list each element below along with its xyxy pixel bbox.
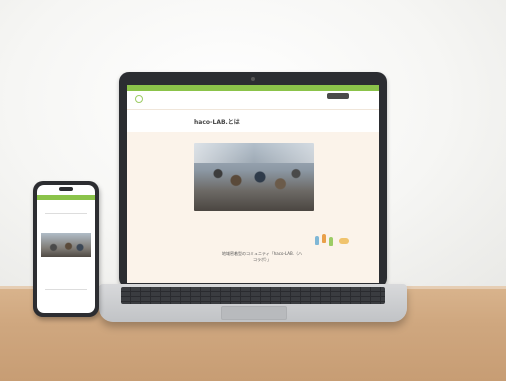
- product-mockup-scene: haco-LAB.とは 地域密着型のコミュニティ「haco-LAB.（ハコラボ）…: [0, 0, 506, 381]
- people-illustration: [315, 233, 371, 247]
- headline-text: 地域密着型のコミュニティ「haco-LAB.（ハコラボ）」: [222, 251, 302, 262]
- laptop-base: [99, 284, 407, 322]
- page-title-band: haco-LAB.とは: [127, 109, 379, 132]
- figure-icon: [315, 236, 319, 245]
- contact-button[interactable]: [327, 93, 349, 99]
- site-header: [127, 91, 379, 109]
- keyboard: [121, 287, 385, 304]
- hero-photo-lighting: [194, 143, 314, 163]
- page-title: haco-LAB.とは: [194, 119, 240, 126]
- trackpad: [221, 306, 287, 320]
- phone-notch: [59, 187, 73, 191]
- laptop-lid: haco-LAB.とは 地域密着型のコミュニティ「haco-LAB.（ハコラボ）…: [119, 72, 387, 288]
- webcam-icon: [251, 77, 255, 81]
- divider: [45, 289, 87, 290]
- smartphone: [33, 181, 99, 317]
- hero-headline: 地域密着型のコミュニティ「haco-LAB.（ハコラボ）」: [222, 251, 302, 263]
- figure-icon: [322, 234, 326, 243]
- animal-icon: [339, 238, 349, 244]
- divider: [45, 213, 87, 214]
- phone-hero-photo: [41, 233, 91, 257]
- site-logo[interactable]: [135, 95, 169, 105]
- phone-screen: [37, 185, 95, 313]
- phone-announcement-bar: [37, 195, 95, 200]
- logo-mark-icon: [135, 95, 143, 103]
- laptop-screen: haco-LAB.とは 地域密着型のコミュニティ「haco-LAB.（ハコラボ）…: [127, 85, 379, 283]
- figure-icon: [329, 237, 333, 246]
- hero-photo: [194, 143, 314, 211]
